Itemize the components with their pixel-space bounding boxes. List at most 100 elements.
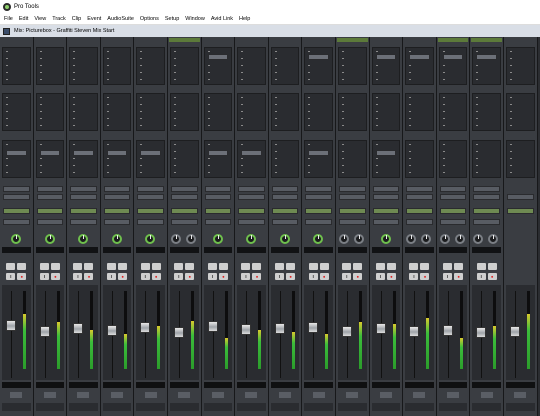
insert-plugin-slot[interactable] <box>442 54 464 60</box>
output-selector[interactable] <box>339 194 366 200</box>
inserts-ae-slots[interactable] <box>371 47 401 85</box>
group-selector[interactable] <box>171 219 198 225</box>
input-monitor-button[interactable]: I <box>6 273 16 280</box>
record-enable-button[interactable]: ● <box>420 273 430 280</box>
menu-help[interactable]: Help <box>239 16 250 22</box>
dyn-button[interactable] <box>480 391 493 398</box>
input-selector[interactable] <box>406 186 433 192</box>
dyn-button[interactable] <box>379 391 392 398</box>
inserts-ae-slots[interactable] <box>69 47 98 85</box>
inserts-ae-slots[interactable] <box>237 47 266 85</box>
automation-mode-selector[interactable] <box>137 208 164 214</box>
sends-ae-slots[interactable] <box>472 140 501 178</box>
pan-knob-left[interactable] <box>406 234 417 244</box>
pan-knob-left[interactable] <box>439 234 450 244</box>
automation-mode-selector[interactable] <box>439 208 467 214</box>
output-selector[interactable] <box>439 194 467 200</box>
pan-knob[interactable] <box>313 234 324 244</box>
volume-fader[interactable] <box>207 321 218 333</box>
inserts-fj-slots[interactable] <box>136 93 165 131</box>
inserts-ae-slots[interactable] <box>506 47 535 85</box>
volume-fader[interactable] <box>308 321 319 333</box>
inserts-ae-slots[interactable] <box>136 47 165 85</box>
track-name[interactable] <box>237 403 266 411</box>
solo-button[interactable] <box>73 263 83 270</box>
inserts-fj-slots[interactable] <box>270 93 300 131</box>
mute-button[interactable] <box>252 263 262 270</box>
input-selector[interactable] <box>70 186 97 192</box>
output-selector[interactable] <box>137 194 164 200</box>
sends-ae-slots[interactable] <box>438 140 468 178</box>
input-selector[interactable] <box>204 186 232 192</box>
sends-ae-slots[interactable] <box>203 140 233 178</box>
track-name[interactable] <box>136 403 165 411</box>
send-slot[interactable] <box>106 150 128 156</box>
volume-fader[interactable] <box>73 322 84 334</box>
input-selector[interactable] <box>3 186 30 192</box>
automation-mode-selector[interactable] <box>103 208 131 214</box>
input-monitor-button[interactable]: I <box>174 273 184 280</box>
track-name[interactable] <box>506 403 535 411</box>
pan-knob[interactable] <box>212 234 223 244</box>
inserts-fj-slots[interactable] <box>405 93 434 131</box>
mute-button[interactable] <box>454 263 464 270</box>
output-selector[interactable] <box>507 194 534 200</box>
solo-button[interactable] <box>39 263 49 270</box>
send-slot[interactable] <box>73 150 94 156</box>
automation-mode-selector[interactable] <box>171 208 198 214</box>
solo-button[interactable] <box>342 263 352 270</box>
automation-mode-selector[interactable] <box>372 208 400 214</box>
track-name[interactable] <box>35 403 65 411</box>
inserts-ae-slots[interactable] <box>170 47 199 85</box>
track-name[interactable] <box>203 403 233 411</box>
track-name[interactable] <box>69 403 98 411</box>
inserts-fj-slots[interactable] <box>237 93 266 131</box>
mute-button[interactable] <box>17 263 27 270</box>
group-selector[interactable] <box>204 219 232 225</box>
insert-plugin-slot[interactable] <box>308 54 329 60</box>
solo-button[interactable] <box>409 263 419 270</box>
mute-button[interactable] <box>487 263 497 270</box>
solo-button[interactable] <box>207 263 217 270</box>
dyn-button[interactable] <box>211 391 224 398</box>
volume-fader[interactable] <box>375 323 386 335</box>
input-selector[interactable] <box>372 186 400 192</box>
menu-avid-link[interactable]: Avid Link <box>211 16 233 22</box>
automation-mode-selector[interactable] <box>238 208 265 214</box>
record-enable-button[interactable]: ● <box>454 273 464 280</box>
output-selector[interactable] <box>238 194 265 200</box>
inserts-fj-slots[interactable] <box>102 93 132 131</box>
dyn-button[interactable] <box>77 391 90 398</box>
sends-ae-slots[interactable] <box>69 140 98 178</box>
mute-button[interactable] <box>50 263 60 270</box>
dyn-button[interactable] <box>10 391 23 398</box>
volume-fader[interactable] <box>510 326 520 337</box>
record-enable-button[interactable]: ● <box>386 273 396 280</box>
input-monitor-button[interactable]: I <box>342 273 352 280</box>
inserts-fj-slots[interactable] <box>506 93 535 131</box>
mute-button[interactable] <box>353 263 363 270</box>
group-selector[interactable] <box>70 219 97 225</box>
inserts-fj-slots[interactable] <box>371 93 401 131</box>
record-enable-button[interactable]: ● <box>151 273 161 280</box>
solo-button[interactable] <box>6 263 16 270</box>
automation-mode-selector[interactable] <box>271 208 299 214</box>
output-selector[interactable] <box>103 194 131 200</box>
automation-mode-selector[interactable] <box>473 208 500 214</box>
pan-knob[interactable] <box>11 234 21 244</box>
output-selector[interactable] <box>204 194 232 200</box>
sends-ae-slots[interactable] <box>2 140 31 178</box>
input-monitor-button[interactable]: I <box>443 273 453 280</box>
input-selector[interactable] <box>238 186 265 192</box>
dyn-button[interactable] <box>111 391 124 398</box>
mute-button[interactable] <box>84 263 94 270</box>
menu-window[interactable]: Window <box>185 16 205 22</box>
inserts-ae-slots[interactable] <box>102 47 132 85</box>
dyn-button[interactable] <box>312 391 325 398</box>
inserts-fj-slots[interactable] <box>35 93 65 131</box>
track-name[interactable] <box>338 403 367 411</box>
input-monitor-button[interactable]: I <box>275 273 285 280</box>
automation-mode-selector[interactable] <box>36 208 64 214</box>
input-monitor-button[interactable]: I <box>140 273 150 280</box>
inserts-fj-slots[interactable] <box>203 93 233 131</box>
